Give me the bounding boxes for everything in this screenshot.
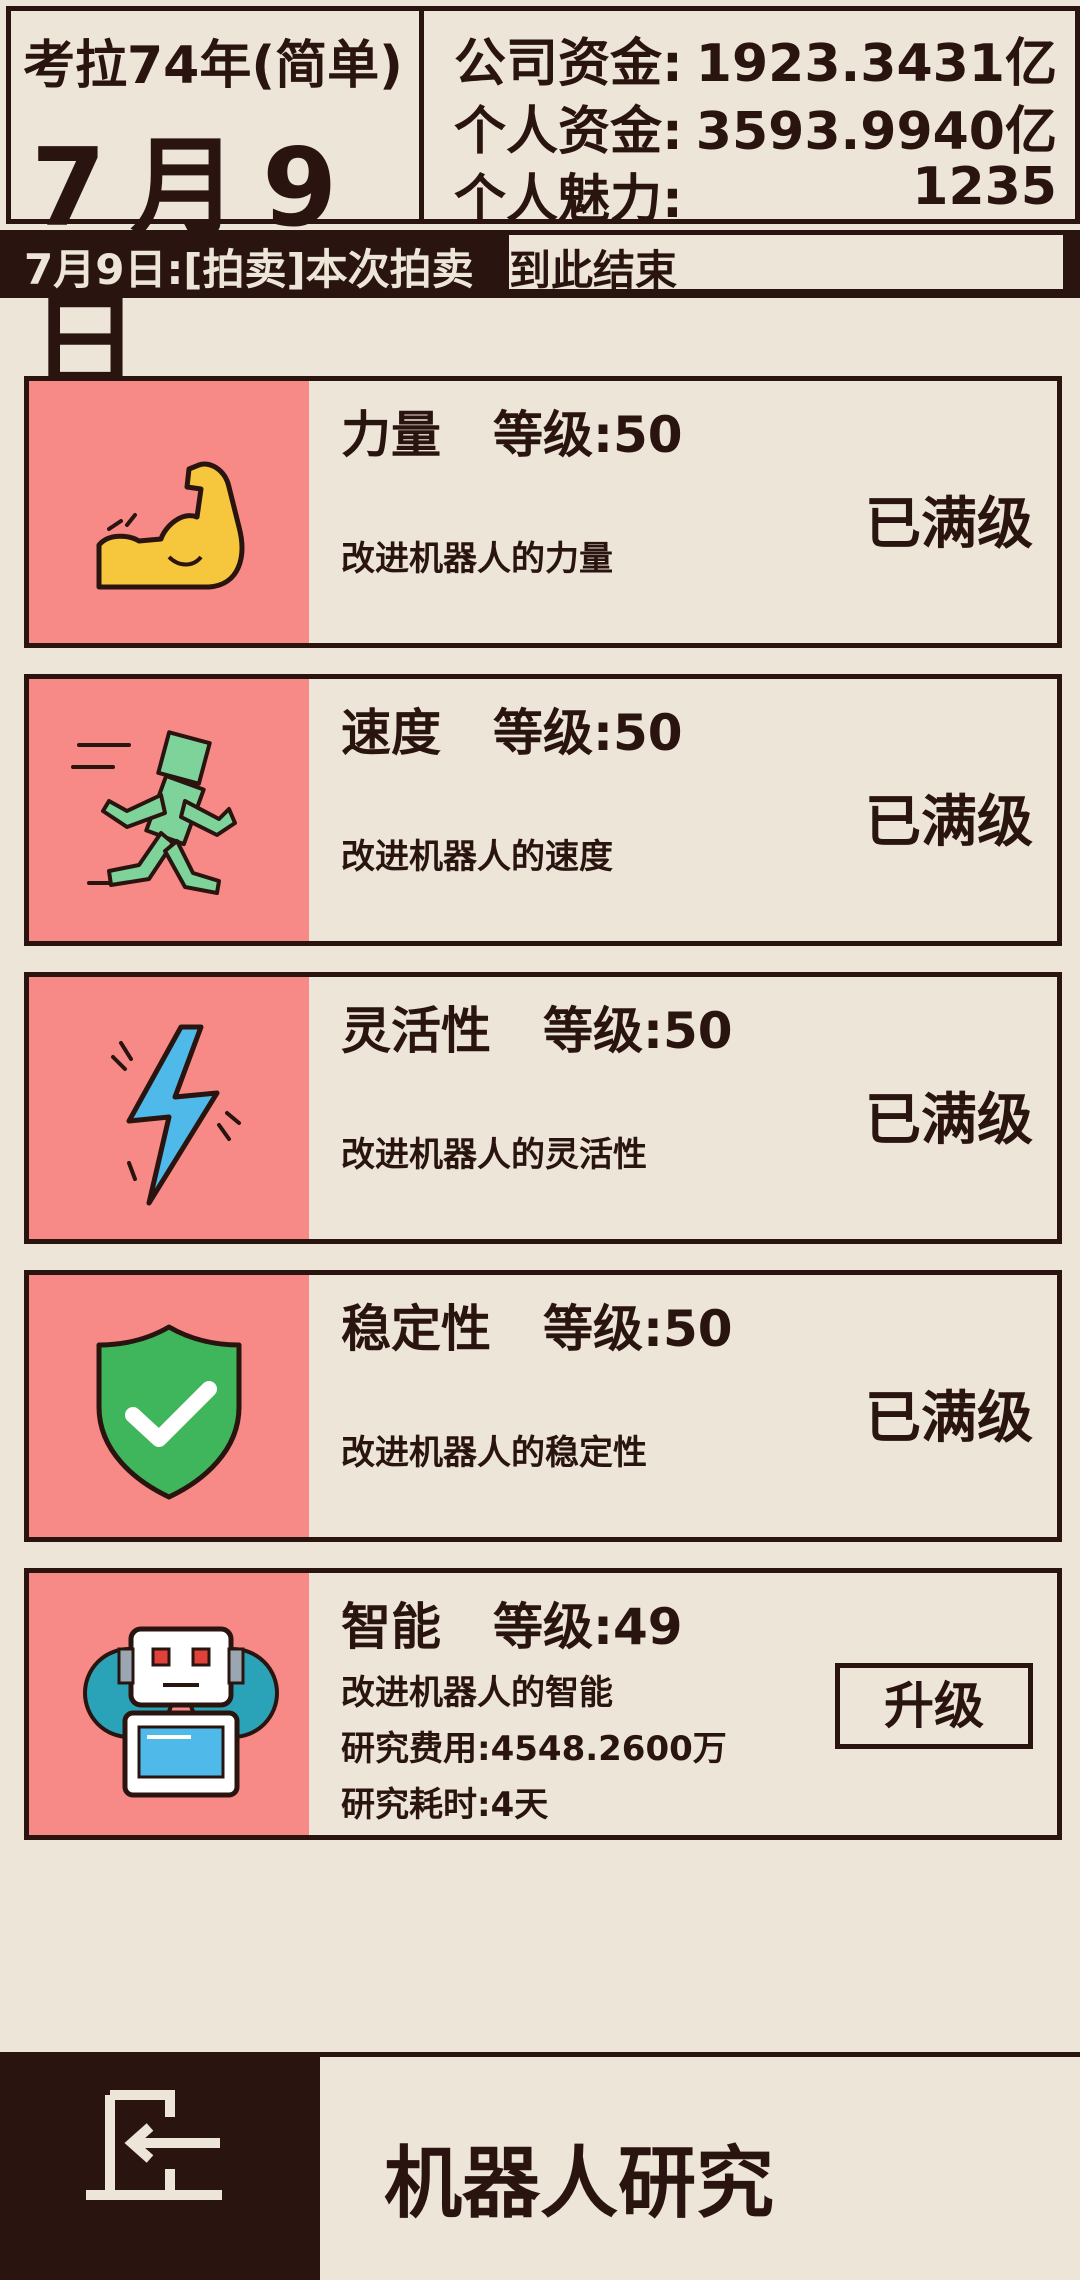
ticker-text-dark: 7月9日:[拍卖]本次拍卖: [24, 245, 474, 294]
news-ticker: 7月9日:[拍卖]本次拍卖 到此结束: [0, 230, 1080, 298]
research-card-speed: 速度 等级:50 改进机器人的速度 已满级: [24, 674, 1062, 946]
research-cost: 研究费用:4548.2600万: [341, 1729, 727, 1769]
research-desc: 改进机器人的力量: [341, 539, 613, 579]
icon-pane: [29, 679, 309, 941]
ticker-highlight: 到此结束: [506, 232, 1066, 295]
ticker-text-light: 到此结束: [509, 246, 678, 295]
personal-funds-label: 个人资金:: [454, 102, 683, 162]
research-name: 灵活性 等级:50: [341, 1002, 733, 1060]
icon-pane: [29, 381, 309, 643]
research-desc: 改进机器人的智能: [341, 1673, 613, 1713]
icon-pane: [29, 977, 309, 1239]
company-funds-row: 公司资金: 1923.3431亿: [454, 21, 1057, 94]
company-funds-value: 1923.3431亿: [695, 34, 1057, 94]
research-card-intelligence: 智能 等级:49 改进机器人的智能 研究费用:4548.2600万 研究耗时:4天…: [24, 1568, 1062, 1840]
research-name: 稳定性 等级:50: [341, 1300, 733, 1358]
running-robot-icon: [71, 730, 237, 895]
max-level-status: 已满级: [865, 1088, 1033, 1153]
max-level-status: 已满级: [865, 790, 1033, 855]
robot-gear-icon: [83, 1626, 279, 1798]
lightning-icon: [111, 1024, 241, 1206]
charm-value: 1235: [912, 157, 1057, 217]
status-header: 考拉74年(简单) 7月9日 公司资金: 1923.3431亿 个人资金: 35…: [0, 0, 1080, 407]
icon-pane: [29, 1573, 309, 1835]
research-desc: 改进机器人的速度: [341, 837, 613, 877]
personal-funds-value: 3593.9940亿: [695, 102, 1057, 162]
research-card-stability: 稳定性 等级:50 改进机器人的稳定性 已满级: [24, 1270, 1062, 1542]
flexed-arm-icon: [96, 461, 245, 590]
research-desc: 改进机器人的灵活性: [341, 1135, 647, 1175]
research-name: 力量 等级:50: [341, 406, 683, 464]
research-card-agility: 灵活性 等级:50 改进机器人的灵活性 已满级: [24, 972, 1062, 1244]
page-title: 机器人研究: [384, 2139, 775, 2229]
charm-row: 个人魅力: 1235: [454, 157, 1057, 230]
research-card-strength: 力量 等级:50 改进机器人的力量 已满级: [24, 376, 1062, 648]
research-desc: 改进机器人的稳定性: [341, 1433, 647, 1473]
research-duration: 研究耗时:4天: [341, 1785, 549, 1825]
back-button[interactable]: [0, 2057, 320, 2280]
exit-door-icon: [86, 2090, 222, 2200]
charm-label: 个人魅力:: [454, 170, 683, 230]
shield-check-icon: [96, 1324, 242, 1500]
research-name: 速度 等级:50: [341, 704, 683, 762]
upgrade-button[interactable]: 升级: [835, 1663, 1033, 1749]
company-funds-label: 公司资金:: [454, 34, 683, 94]
icon-pane: [29, 1275, 309, 1537]
max-level-status: 已满级: [865, 492, 1033, 557]
date-panel: 考拉74年(简单) 7月9日: [6, 6, 424, 407]
max-level-status: 已满级: [865, 1386, 1033, 1451]
funds-panel: 公司资金: 1923.3431亿 个人资金: 3593.9940亿 个人魅力: …: [424, 6, 1080, 230]
research-name: 智能 等级:49: [341, 1598, 683, 1656]
personal-funds-row: 个人资金: 3593.9940亿: [454, 89, 1057, 162]
year-label: 考拉74年(简单): [23, 36, 403, 96]
bottom-bar: 机器人研究: [0, 2052, 1080, 2280]
